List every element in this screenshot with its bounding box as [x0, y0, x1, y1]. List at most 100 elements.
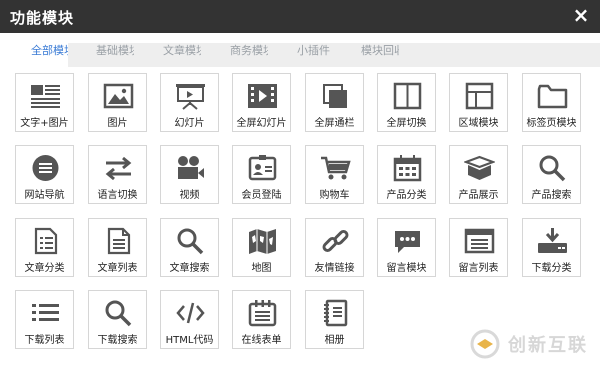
module-tile[interactable]: 在线表单	[232, 290, 291, 349]
message-list-icon	[464, 228, 495, 254]
module-tile[interactable]: 标签页模块	[522, 73, 581, 132]
module-label: 购物车	[319, 190, 350, 201]
module-tile[interactable]: 购物车	[305, 145, 364, 204]
module-tile[interactable]: 文字+图片	[15, 73, 74, 132]
module-label: 文章列表	[97, 263, 138, 274]
online-form-icon	[248, 300, 277, 327]
module-tile[interactable]: 留言模块	[377, 218, 436, 277]
tab-basic-modules[interactable]: 基础模块	[96, 43, 134, 67]
module-label: 文章分类	[24, 263, 65, 274]
tab-module-recycle[interactable]: 模块回收	[361, 43, 399, 67]
module-tile[interactable]: 图片	[88, 73, 147, 132]
article-search-icon	[177, 228, 204, 255]
module-label: 友情链接	[314, 263, 355, 274]
module-tile[interactable]: 会员登陆	[232, 145, 291, 204]
module-label: 产品分类	[386, 190, 427, 201]
video-icon	[178, 156, 204, 179]
area-module-icon	[465, 82, 494, 110]
tab-bar: 全部模块 基础模块 文章模块 商务模块 小插件 模块回收	[0, 33, 600, 67]
module-label: 相册	[324, 335, 345, 346]
module-label: 留言模块	[386, 263, 427, 274]
tab-widgets[interactable]: 小插件	[297, 43, 333, 67]
module-label: 全屏切换	[386, 118, 427, 129]
watermark: 创新互联	[468, 329, 588, 359]
module-tile[interactable]: 全屏切换	[377, 73, 436, 132]
module-label: 会员登陆	[241, 190, 282, 201]
text-image-icon	[31, 85, 60, 108]
module-label: 全屏幻灯片	[236, 118, 287, 129]
module-tile[interactable]: 全屏通栏	[305, 73, 364, 132]
close-button[interactable]: ×	[570, 4, 592, 26]
module-label: 视频	[179, 190, 200, 201]
tab-module-icon	[537, 84, 568, 109]
dialog-title: 功能模块	[10, 9, 75, 27]
fullscreen-slideshow-icon	[248, 84, 277, 108]
download-category-icon	[538, 228, 567, 253]
module-tile[interactable]: 留言列表	[449, 218, 508, 277]
member-login-icon	[248, 155, 277, 181]
slideshow-icon	[176, 84, 205, 110]
module-label: 下载列表	[24, 335, 65, 346]
link-icon	[322, 230, 349, 252]
dialog-titlebar: 功能模块 ×	[0, 0, 600, 33]
product-display-icon	[464, 155, 495, 180]
module-label: 下载分类	[531, 263, 572, 274]
module-label: 在线表单	[241, 335, 282, 346]
module-label: HTML代码	[165, 335, 214, 346]
message-module-icon	[395, 231, 420, 253]
module-tile[interactable]: 视频	[160, 145, 219, 204]
product-category-icon	[393, 155, 422, 182]
module-tile[interactable]: 下载列表	[15, 290, 74, 349]
module-tile[interactable]: 下载搜索	[88, 290, 147, 349]
fullscreen-banner-icon	[323, 84, 347, 108]
module-label: 幻灯片	[174, 118, 205, 129]
module-label: 地图	[251, 263, 272, 274]
download-search-icon	[105, 300, 132, 327]
module-label: 图片	[107, 118, 128, 129]
module-tile[interactable]: 文章搜索	[160, 218, 219, 277]
module-tile[interactable]: 产品搜索	[522, 145, 581, 204]
brand-logo-icon	[470, 329, 500, 359]
module-label: 文字+图片	[20, 118, 69, 129]
module-label: 网站导航	[24, 190, 65, 201]
module-tile[interactable]: 文章列表	[88, 218, 147, 277]
language-switch-icon	[105, 156, 132, 181]
html-code-icon	[176, 302, 205, 324]
site-nav-icon	[32, 155, 59, 181]
module-grid: 文字+图片 图片 幻灯片 全屏幻灯片 全屏通栏 全屏切换 区域模块 标签页模块网站导航 语言切换…	[15, 73, 590, 363]
module-tile[interactable]: 语言切换	[88, 145, 147, 204]
module-tile[interactable]: 相册	[305, 290, 364, 349]
module-tile[interactable]: 产品分类	[377, 145, 436, 204]
module-tile[interactable]: 地图	[232, 218, 291, 277]
module-tile[interactable]: 友情链接	[305, 218, 364, 277]
module-label: 全屏通栏	[314, 118, 355, 129]
module-tile[interactable]: 下载分类	[522, 218, 581, 277]
module-label: 语言切换	[97, 190, 138, 201]
tab-all-modules[interactable]: 全部模块	[22, 43, 68, 67]
article-list-icon	[107, 227, 131, 255]
module-label: 产品展示	[458, 190, 499, 201]
module-tile[interactable]: 网站导航	[15, 145, 74, 204]
module-label: 下载搜索	[97, 335, 138, 346]
module-tile[interactable]: 全屏幻灯片	[232, 73, 291, 132]
cart-icon	[321, 156, 351, 180]
tab-business-modules[interactable]: 商务模块	[230, 43, 268, 67]
image-icon	[103, 83, 134, 109]
module-tile[interactable]: 区域模块	[449, 73, 508, 132]
module-tile[interactable]: 文章分类	[15, 218, 74, 277]
article-category-icon	[34, 227, 58, 255]
download-list-icon	[32, 304, 59, 321]
module-label: 标签页模块	[526, 118, 577, 129]
module-label: 产品搜索	[531, 190, 572, 201]
module-tile[interactable]: 幻灯片	[160, 73, 219, 132]
tab-strip-background	[68, 43, 600, 67]
module-label: 区域模块	[458, 118, 499, 129]
fullscreen-switch-icon	[393, 82, 422, 110]
module-tile[interactable]: HTML代码	[160, 290, 219, 349]
map-icon	[249, 229, 276, 254]
tab-article-modules[interactable]: 文章模块	[163, 43, 201, 67]
watermark-text: 创新互联	[508, 335, 588, 356]
module-tile[interactable]: 产品展示	[449, 145, 508, 204]
album-icon	[324, 299, 348, 327]
product-search-icon	[539, 155, 566, 182]
